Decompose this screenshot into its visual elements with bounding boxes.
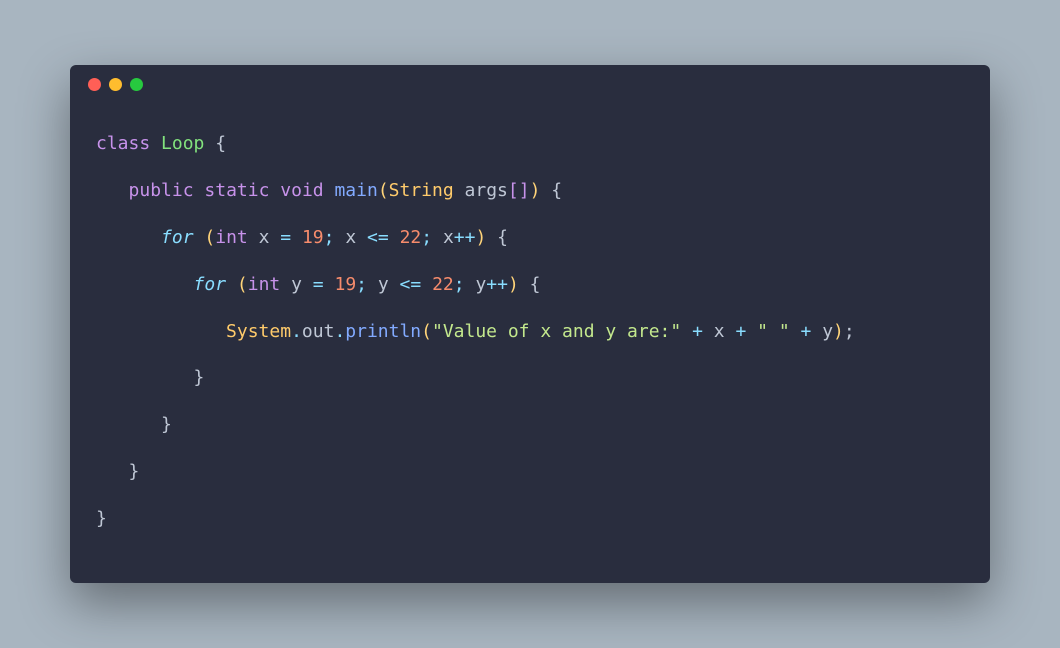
brace-close: } (194, 367, 205, 388)
obj-system: System (226, 321, 291, 342)
var-x: x (714, 321, 725, 342)
maximize-icon[interactable] (130, 78, 143, 91)
semicolon-icon: ; (324, 227, 335, 248)
keyword-int: int (215, 227, 248, 248)
method-println: println (345, 321, 421, 342)
paren-open: ( (237, 274, 248, 295)
type-string: String (389, 180, 454, 201)
op-assign: = (280, 227, 291, 248)
dot-icon: . (291, 321, 302, 342)
code-line-5: System.out.println("Value of x and y are… (226, 321, 855, 342)
op-plus: + (735, 321, 746, 342)
string-literal: "Value of x and y are:" (432, 321, 681, 342)
code-line-3: for (int x = 19; x <= 22; x++) { (161, 227, 508, 248)
code-line-1: class Loop { (96, 133, 226, 154)
num-literal: 22 (432, 274, 454, 295)
dot-icon: . (334, 321, 345, 342)
op-inc: ++ (454, 227, 476, 248)
var-y: y (291, 274, 302, 295)
keyword-for: for (161, 227, 194, 248)
keyword-class: class (96, 133, 150, 154)
brace-open: { (551, 180, 562, 201)
op-assign: = (313, 274, 324, 295)
paren-open: ( (378, 180, 389, 201)
semicolon-icon: ; (454, 274, 465, 295)
paren-close: ) (833, 321, 844, 342)
var-y: y (378, 274, 389, 295)
code-window: class Loop { public static void main(Str… (70, 65, 990, 582)
paren-close: ) (475, 227, 486, 248)
keyword-int: int (248, 274, 281, 295)
var-x: x (345, 227, 356, 248)
var-y: y (475, 274, 486, 295)
method-main: main (334, 180, 377, 201)
brace-close: } (96, 508, 107, 529)
minimize-icon[interactable] (109, 78, 122, 91)
window-titlebar (70, 65, 990, 103)
keyword-public: public (129, 180, 194, 201)
code-line-2: public static void main(String args[]) { (129, 180, 563, 201)
semicolon-icon: ; (356, 274, 367, 295)
keyword-static: static (204, 180, 269, 201)
string-literal: " " (757, 321, 790, 342)
num-literal: 19 (302, 227, 324, 248)
num-literal: 22 (400, 227, 422, 248)
num-literal: 19 (334, 274, 356, 295)
brackets: [] (508, 180, 530, 201)
var-x: x (443, 227, 454, 248)
paren-close: ) (530, 180, 541, 201)
arg-name: args (465, 180, 508, 201)
field-out: out (302, 321, 335, 342)
code-editor[interactable]: class Loop { public static void main(Str… (70, 103, 990, 582)
brace-open: { (530, 274, 541, 295)
var-x: x (259, 227, 270, 248)
op-plus: + (801, 321, 812, 342)
close-icon[interactable] (88, 78, 101, 91)
op-lte: <= (367, 227, 389, 248)
keyword-for: for (194, 274, 227, 295)
semicolon-icon: ; (844, 321, 855, 342)
semicolon-icon: ; (421, 227, 432, 248)
code-line-4: for (int y = 19; y <= 22; y++) { (194, 274, 541, 295)
paren-close: ) (508, 274, 519, 295)
brace-close: } (161, 414, 172, 435)
brace-close: } (129, 461, 140, 482)
op-plus: + (692, 321, 703, 342)
op-lte: <= (400, 274, 422, 295)
brace-open: { (497, 227, 508, 248)
class-name: Loop (161, 133, 204, 154)
paren-open: ( (421, 321, 432, 342)
brace-open: { (215, 133, 226, 154)
paren-open: ( (204, 227, 215, 248)
var-y: y (822, 321, 833, 342)
op-inc: ++ (486, 274, 508, 295)
keyword-void: void (280, 180, 323, 201)
